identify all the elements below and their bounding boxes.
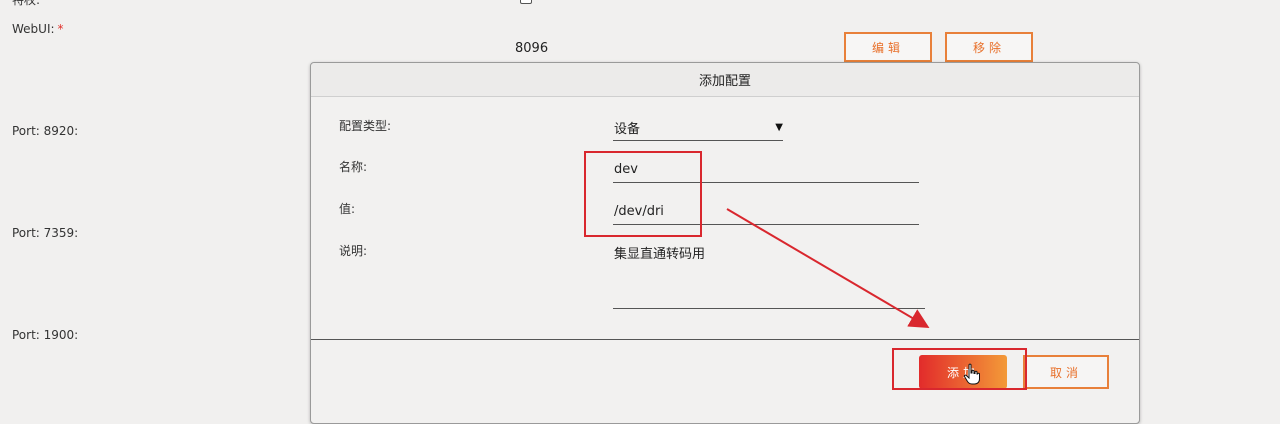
port-label-8920: Port: 8920: — [12, 124, 79, 138]
name-input[interactable]: dev — [613, 157, 919, 183]
webui-label: WebUI: * — [12, 22, 64, 36]
cancel-button[interactable]: 取消 — [1023, 355, 1109, 389]
value-input-value: /dev/dri — [614, 204, 664, 219]
config-type-value: 设备 — [614, 122, 641, 137]
privileged-checkbox[interactable] — [520, 0, 532, 4]
name-input-value: dev — [614, 162, 638, 177]
webui-port-value: 8096 — [515, 41, 549, 56]
port-label-1900: Port: 1900: — [12, 328, 79, 342]
port-label-7359: Port: 7359: — [12, 226, 79, 240]
dialog-header: 添加配置 — [311, 63, 1139, 97]
description-value: 集显直通转码用 — [614, 247, 706, 262]
dropdown-arrow-icon: ▼ — [775, 122, 783, 133]
value-label: 值: — [339, 202, 356, 216]
dialog-title: 添加配置 — [698, 74, 751, 89]
name-label: 名称: — [339, 160, 368, 174]
privileged-label: 特权: — [12, 0, 41, 7]
add-button-highlight-box — [892, 348, 1027, 390]
description-label: 说明: — [339, 244, 368, 258]
value-input[interactable]: /dev/dri — [613, 199, 919, 225]
remove-button[interactable]: 移除 — [945, 32, 1033, 62]
required-mark: * — [57, 22, 64, 36]
dialog-footer-divider — [311, 339, 1139, 340]
config-type-select[interactable]: 设备 ▼ — [613, 115, 783, 141]
description-textarea[interactable]: 集显直通转码用 — [613, 243, 925, 309]
edit-button[interactable]: 编辑 — [844, 32, 932, 62]
config-type-label: 配置类型: — [339, 119, 392, 133]
